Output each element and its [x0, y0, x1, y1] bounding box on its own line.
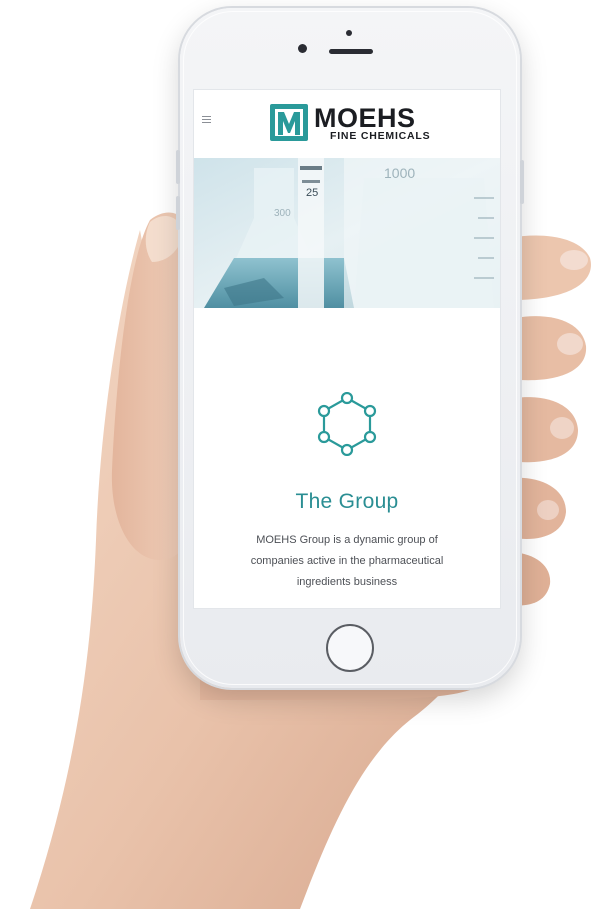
power-button [520, 160, 524, 204]
earpiece [329, 49, 373, 54]
section-description: MOEHS Group is a dynamic group of compan… [250, 534, 444, 588]
front-camera [298, 44, 307, 53]
proximity-sensor [346, 30, 352, 36]
home-button[interactable] [326, 624, 374, 672]
logo-wordmark: MOEHS [314, 103, 416, 133]
section-title: The Group [295, 490, 399, 513]
hero-image: 1000 25 300 [194, 158, 500, 308]
group-section: The Group MOEHS Group is a dynamic group… [194, 308, 500, 608]
site-header: MOEHS FINE CHEMICALS [194, 90, 500, 158]
logo-mark-icon [270, 104, 308, 141]
laboratory-glassware-photo: 1000 25 300 [194, 158, 500, 308]
molecule-icon [317, 392, 377, 456]
moehs-logo[interactable]: MOEHS FINE CHEMICALS [270, 102, 430, 142]
hero-glass-marking: 1000 [384, 165, 415, 181]
scene: MOEHS FINE CHEMICALS 1000 25 300 The Gro… [0, 0, 592, 909]
hamburger-menu-icon[interactable] [202, 116, 211, 124]
phone-screen: MOEHS FINE CHEMICALS 1000 25 300 The Gro… [193, 89, 501, 609]
hero-glass-marking: 25 [306, 187, 318, 199]
hero-glass-marking: 300 [274, 208, 291, 219]
volume-button [176, 150, 180, 184]
logo-tagline: FINE CHEMICALS [330, 130, 431, 142]
volume-button [176, 196, 180, 230]
